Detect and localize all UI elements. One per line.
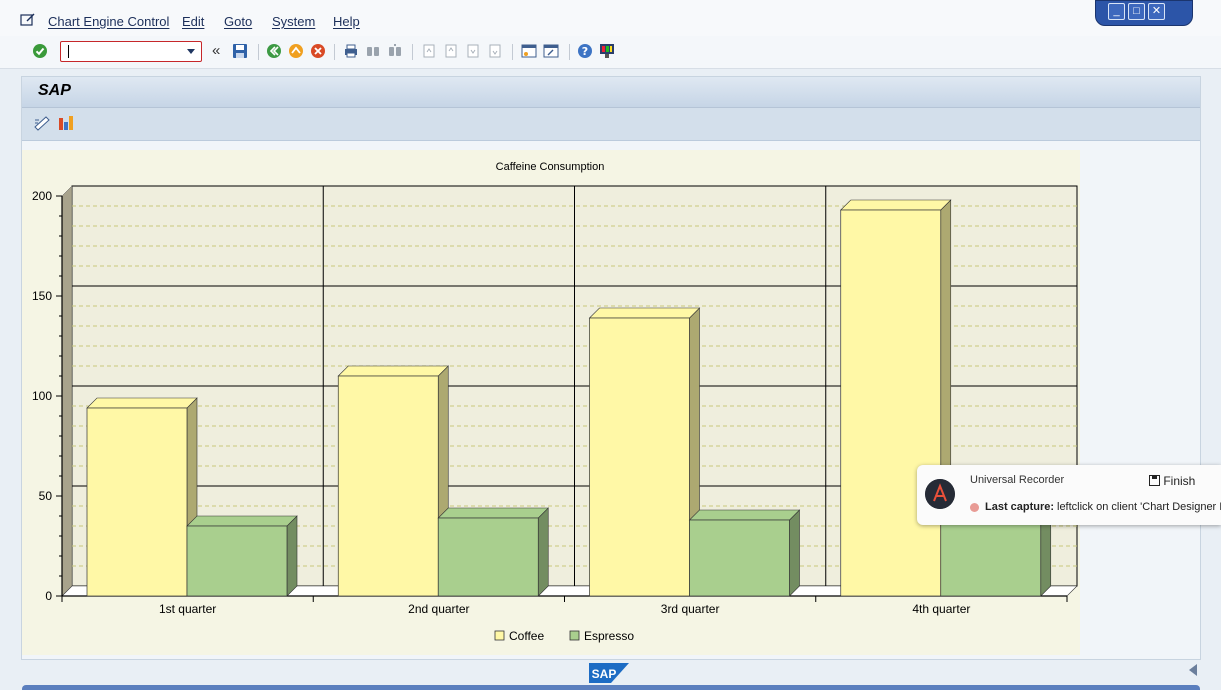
menu-edit[interactable]: Edit bbox=[182, 14, 204, 29]
menu-help[interactable]: Help bbox=[333, 14, 360, 29]
finish-button[interactable]: Finish bbox=[1149, 474, 1195, 488]
maximize-icon[interactable]: □ bbox=[1128, 3, 1145, 20]
bar bbox=[589, 317, 690, 597]
finish-label: Finish bbox=[1163, 474, 1196, 488]
y-tick-label: 150 bbox=[32, 289, 52, 303]
customize-layout-icon[interactable] bbox=[599, 43, 615, 59]
svg-text:?: ? bbox=[582, 45, 588, 58]
bar bbox=[840, 209, 942, 597]
chart-designer-icon[interactable] bbox=[33, 115, 51, 131]
bar-chart: 0 50 100 150 200 1st quarter 2nd quarter 3rd qu… bbox=[32, 161, 1078, 643]
bar-top bbox=[588, 307, 701, 319]
legend-label: Espresso bbox=[584, 629, 634, 643]
sidebar-toggle-icon[interactable] bbox=[1189, 664, 1197, 676]
chart-left-wall bbox=[61, 185, 73, 597]
content-frame: SAP 0 50 100 150 200 1st quarter 2nd quarter 3r… bbox=[21, 76, 1201, 660]
bar bbox=[337, 375, 439, 597]
chevron-down-icon[interactable] bbox=[187, 49, 195, 54]
x-tick-label: 4th quarter bbox=[912, 602, 970, 616]
menu-chart-engine-control[interactable]: Chart Engine Control bbox=[48, 14, 169, 29]
exit-icon[interactable] bbox=[288, 43, 304, 59]
collapse-icon[interactable]: « bbox=[212, 42, 220, 59]
back-icon[interactable] bbox=[266, 43, 282, 59]
bar-side bbox=[789, 509, 800, 597]
menu-goto[interactable]: Goto bbox=[224, 14, 252, 29]
help-icon[interactable]: ? bbox=[577, 43, 593, 59]
enter-icon[interactable] bbox=[32, 43, 48, 59]
page-title: SAP bbox=[38, 82, 71, 99]
save-icon[interactable] bbox=[232, 43, 248, 59]
create-session-icon[interactable] bbox=[521, 43, 537, 59]
bar-side bbox=[286, 515, 298, 597]
standard-toolbar: « ? bbox=[0, 36, 1221, 69]
legend-label: Coffee bbox=[509, 629, 544, 643]
bar-top bbox=[840, 199, 952, 211]
window-controls: _ □ ✕ bbox=[1095, 0, 1193, 26]
bar-top bbox=[337, 365, 449, 377]
bar-top bbox=[437, 507, 549, 519]
bar-side bbox=[537, 507, 549, 597]
y-tick-label: 200 bbox=[32, 189, 52, 203]
first-page-icon[interactable] bbox=[421, 43, 437, 59]
bar bbox=[86, 407, 188, 597]
print-icon[interactable] bbox=[343, 43, 359, 59]
find-icon[interactable] bbox=[365, 43, 381, 59]
bar-top bbox=[688, 509, 801, 521]
previous-page-icon[interactable] bbox=[443, 43, 459, 59]
chart-type-icon[interactable] bbox=[58, 114, 76, 131]
menu-icon[interactable] bbox=[20, 13, 36, 27]
legend-swatch bbox=[494, 630, 505, 641]
y-tick-label: 0 bbox=[45, 589, 52, 603]
bar bbox=[437, 517, 539, 597]
find-next-icon[interactable] bbox=[387, 43, 403, 59]
y-tick-label: 50 bbox=[39, 489, 53, 503]
legend-swatch bbox=[569, 630, 580, 641]
x-tick-label: 1st quarter bbox=[159, 602, 216, 616]
x-tick-label: 3rd quarter bbox=[661, 602, 720, 616]
close-icon[interactable]: ✕ bbox=[1148, 3, 1165, 20]
last-capture-text: leftclick on client 'Chart Designer I bbox=[1057, 501, 1221, 513]
next-page-icon[interactable] bbox=[465, 43, 481, 59]
save-icon bbox=[1149, 475, 1160, 486]
sap-logo-text: SAP bbox=[592, 667, 617, 681]
minimize-icon[interactable]: _ bbox=[1108, 3, 1125, 20]
bar-top bbox=[86, 397, 198, 409]
status-bar bbox=[22, 685, 1200, 690]
sap-logo: SAP bbox=[589, 663, 629, 683]
last-capture-label: Last capture: bbox=[985, 501, 1055, 513]
bar bbox=[186, 525, 288, 597]
chart-area: 0 50 100 150 200 1st quarter 2nd quarter 3rd qu… bbox=[22, 150, 1080, 655]
recording-status-dot bbox=[970, 503, 979, 512]
y-tick-label: 100 bbox=[32, 389, 52, 403]
bar bbox=[689, 519, 790, 597]
title-bar: SAP bbox=[22, 77, 1200, 108]
cancel-icon[interactable] bbox=[310, 43, 326, 59]
menu-bar: Chart Engine Control Edit Goto System He… bbox=[0, 0, 1221, 36]
shortcut-icon[interactable] bbox=[543, 43, 559, 59]
bar-top bbox=[186, 515, 298, 527]
recorder-title: Universal Recorder bbox=[970, 474, 1065, 486]
universal-recorder-popup: Universal Recorder Finish Last capture: … bbox=[917, 465, 1221, 525]
menu-system[interactable]: System bbox=[272, 14, 315, 29]
application-toolbar bbox=[22, 108, 1200, 141]
x-tick-label: 2nd quarter bbox=[408, 602, 469, 616]
chart-title: Caffeine Consumption bbox=[496, 161, 605, 173]
command-field[interactable] bbox=[60, 41, 202, 62]
recorder-logo-icon bbox=[925, 479, 955, 509]
last-page-icon[interactable] bbox=[487, 43, 503, 59]
